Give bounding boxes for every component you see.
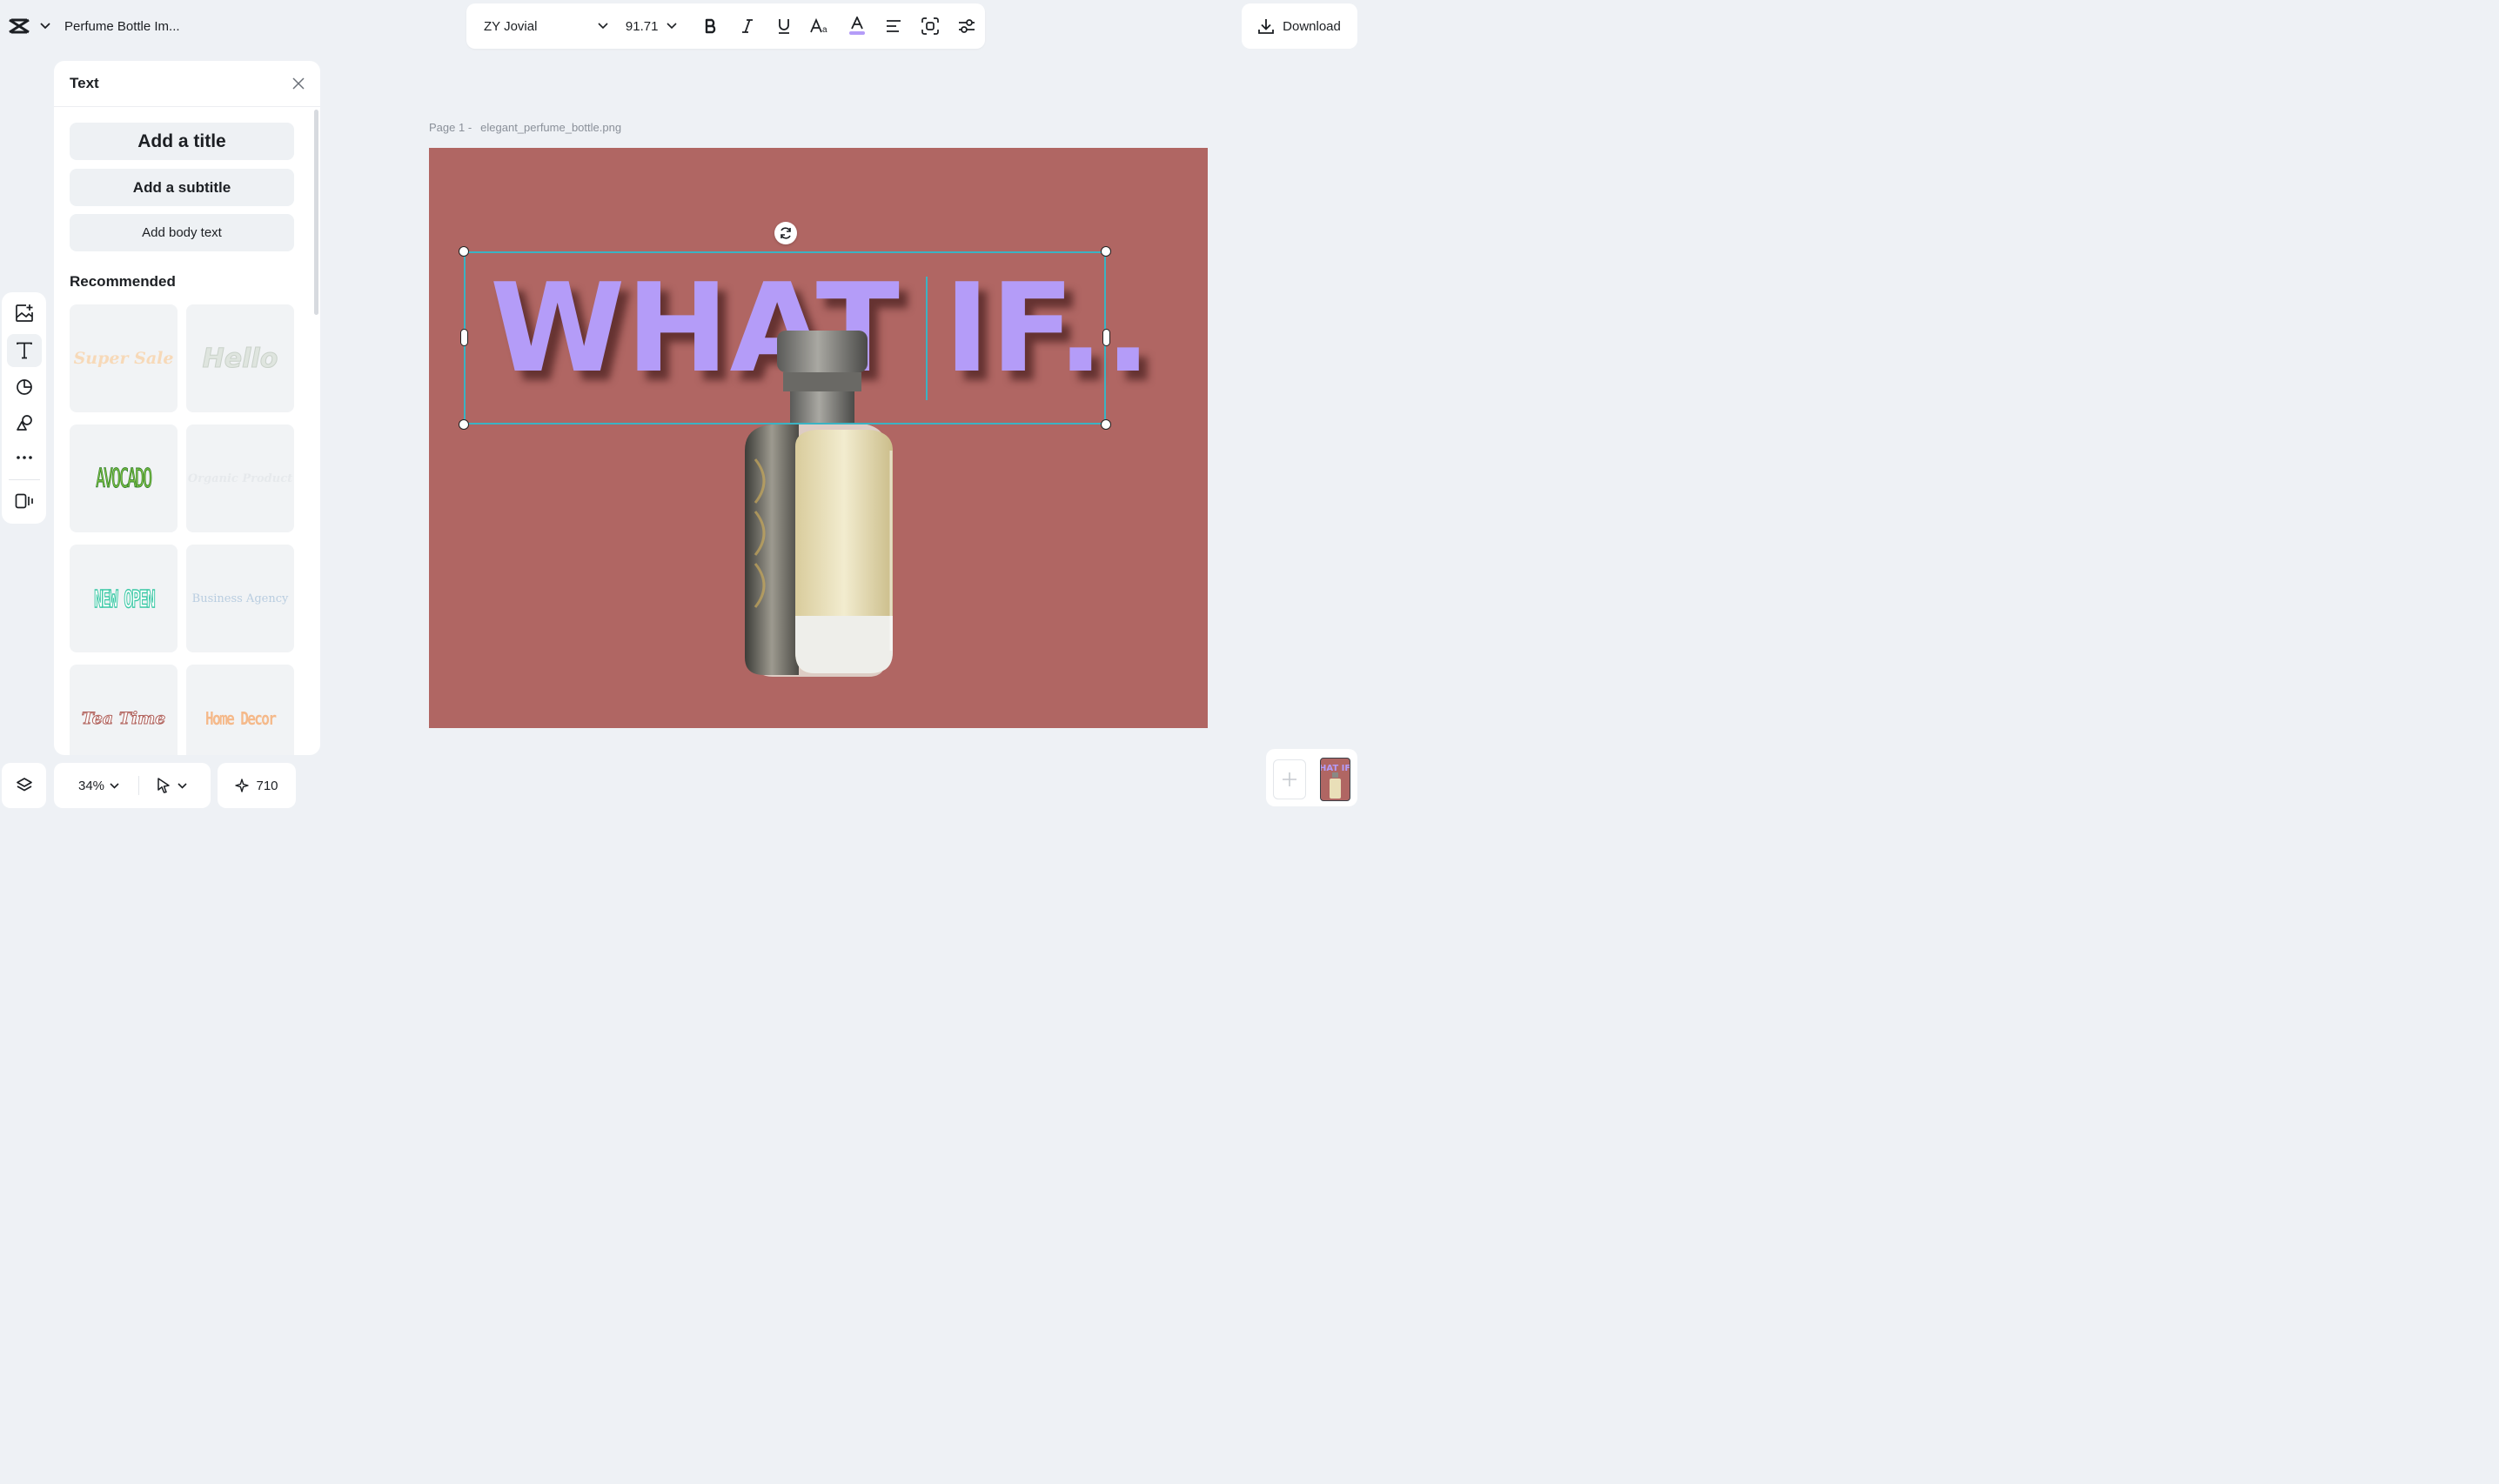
rotate-icon[interactable] [774,222,797,244]
template-label: Hello [202,343,278,374]
zoom-value: 34% [78,778,105,793]
text-tool-icon[interactable] [7,334,42,367]
panel-scrollbar[interactable] [314,110,318,315]
text-template-super-sale[interactable]: Super Sale [70,304,178,412]
pointer-tool-select[interactable] [157,778,187,793]
resize-handle-bottom-right[interactable] [1101,419,1111,430]
resize-handle-right[interactable] [1102,329,1110,346]
chevron-down-icon [667,23,677,30]
text-template-new-open[interactable]: NEW OPEN [70,545,178,652]
add-body-text-button[interactable]: Add body text [70,214,294,251]
font-family-select[interactable]: ZY Jovial [484,19,608,34]
capcut-logo-icon[interactable] [7,14,31,38]
page-file-name[interactable]: elegant_perfume_bottle.png [480,121,621,134]
view-controls: 34% [54,763,211,808]
panel-title: Text [70,75,99,91]
font-family-value: ZY Jovial [484,18,538,34]
template-label: Business Agency [191,592,289,605]
design-canvas[interactable]: WHAT IF.. [429,148,1208,728]
chevron-down-icon[interactable] [40,23,50,30]
panel-header: Text [54,61,320,107]
text-template-tea-time[interactable]: Tea Time [70,665,178,755]
tool-rail [2,292,46,524]
add-subtitle-button[interactable]: Add a subtitle [70,169,294,206]
sticker-icon[interactable] [7,371,42,404]
chevron-down-icon [598,23,608,30]
font-case-icon[interactable]: a [802,8,839,44]
chevron-down-icon [178,782,187,789]
align-left-icon[interactable] [875,8,912,44]
template-label: Organic Product [187,471,293,485]
italic-icon[interactable] [729,8,766,44]
text-selection-box[interactable] [464,251,1106,424]
page-label: Page 1 - elegant_perfume_bottle.png [429,121,630,134]
underline-icon[interactable] [766,8,802,44]
text-template-avocado[interactable]: AVOCADO [70,424,178,532]
pointer-icon [157,778,171,793]
template-label: AVOCADO [96,463,153,494]
text-color-icon[interactable] [839,8,875,44]
download-button[interactable]: Download [1242,3,1357,49]
resize-handle-top-right[interactable] [1101,246,1111,257]
divider [138,776,140,795]
credits-badge[interactable]: 710 [218,763,296,808]
rail-divider [9,479,40,480]
project-title[interactable]: Perfume Bottle Im... [64,19,180,34]
thumbnail-bottle-image [1330,772,1341,799]
text-template-hello[interactable]: Hello [186,304,294,412]
recommended-heading: Recommended [70,273,176,290]
page-strip: HAT IF [1266,749,1357,806]
svg-text:a: a [822,25,827,34]
font-size-select[interactable]: 91.71 [626,19,677,34]
add-image-icon[interactable] [7,297,42,330]
add-page-button[interactable] [1273,759,1306,799]
page-thumbnail[interactable]: HAT IF [1320,758,1350,801]
project-bar: Perfume Bottle Im... [0,0,211,52]
text-toolbar: ZY Jovial 91.71 a [466,3,985,49]
more-icon[interactable] [7,441,42,474]
text-template-home-decor[interactable]: Home Decor [186,665,294,755]
resize-handle-left[interactable] [460,329,468,346]
text-panel: Text Add a title Add a subtitle Add body… [54,61,320,755]
sparkle-icon [235,779,250,792]
close-icon[interactable] [292,77,305,90]
layers-icon[interactable] [2,763,46,808]
bold-icon[interactable] [693,8,729,44]
template-label: Tea Time [81,709,166,729]
template-label: Super Sale [73,349,174,368]
download-icon [1258,18,1275,34]
template-label: NEW OPEN [93,584,156,614]
effect-icon[interactable] [912,8,948,44]
credits-value: 710 [256,778,278,793]
page-number: Page 1 - [429,121,472,134]
chevron-down-icon [110,782,119,789]
download-label: Download [1283,18,1341,34]
text-template-organic-product[interactable]: Organic Product [186,424,294,532]
template-label: Home Decor [204,708,277,729]
add-title-button[interactable]: Add a title [70,123,294,160]
resize-handle-top-left[interactable] [459,246,469,257]
panel-toggle-icon[interactable] [7,485,42,518]
resize-handle-bottom-left[interactable] [459,419,469,430]
text-caret [926,277,928,400]
adjust-icon[interactable] [948,8,985,44]
zoom-select[interactable]: 34% [78,779,119,793]
text-template-business-agency[interactable]: Business Agency [186,545,294,652]
font-size-value: 91.71 [625,18,659,34]
shapes-icon[interactable] [7,406,42,439]
